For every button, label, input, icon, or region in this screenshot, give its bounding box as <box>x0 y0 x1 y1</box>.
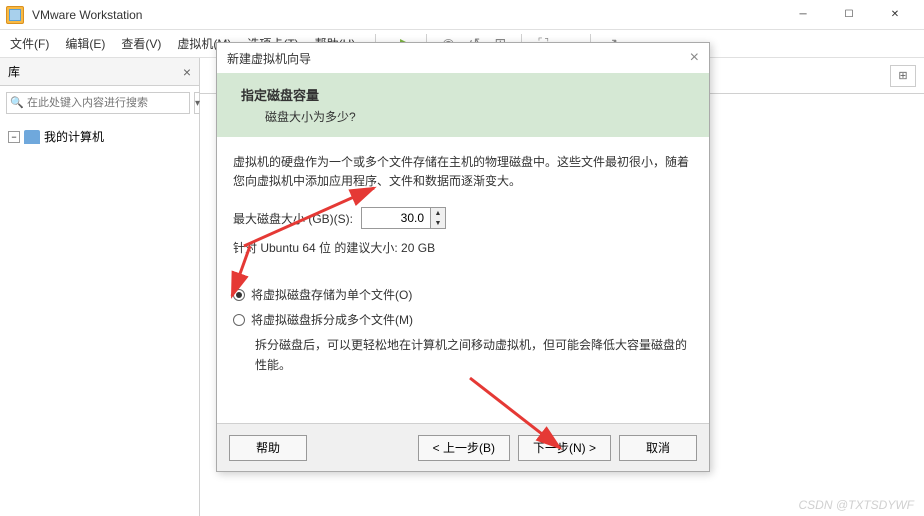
next-button[interactable]: 下一步(N) > <box>518 435 611 461</box>
search-row: 🔍 ▾ <box>0 86 199 120</box>
back-button[interactable]: < 上一步(B) <box>418 435 510 461</box>
computer-icon <box>24 130 40 144</box>
radio-split-label: 将虚拟磁盘拆分成多个文件(M) <box>251 311 413 328</box>
app-title: VMware Workstation <box>32 8 142 22</box>
minimize-button[interactable]: ─ <box>780 1 826 29</box>
radio-single-label: 将虚拟磁盘存储为单个文件(O) <box>251 286 412 303</box>
title-bar: VMware Workstation ─ ☐ ✕ <box>0 0 924 30</box>
size-row: 最大磁盘大小 (GB)(S): ▲ ▼ <box>233 207 693 229</box>
dialog-close-icon[interactable]: × <box>690 49 699 67</box>
radio-icon[interactable] <box>233 289 245 301</box>
dialog-titlebar: 新建虚拟机向导 × <box>217 43 709 73</box>
close-button[interactable]: ✕ <box>872 1 918 29</box>
banner-subtitle: 磁盘大小为多少? <box>265 108 685 125</box>
size-input[interactable] <box>362 208 430 228</box>
tree: − 我的计算机 <box>0 120 199 153</box>
spinner-down-icon[interactable]: ▼ <box>431 218 445 228</box>
sidebar-close-icon[interactable]: × <box>183 64 191 80</box>
dialog-body: 虚拟机的硬盘作为一个或多个文件存储在主机的物理磁盘中。这些文件最初很小，随着您向… <box>217 137 709 423</box>
sidebar-title: 库 <box>8 63 20 80</box>
view-mode-button[interactable]: ⊞ <box>890 65 916 87</box>
dialog-description: 虚拟机的硬盘作为一个或多个文件存储在主机的物理磁盘中。这些文件最初很小，随着您向… <box>233 153 693 191</box>
tree-root-label: 我的计算机 <box>44 128 104 145</box>
tree-root-item[interactable]: − 我的计算机 <box>8 126 191 147</box>
radio-icon[interactable] <box>233 314 245 326</box>
dialog-banner: 指定磁盘容量 磁盘大小为多少? <box>217 73 709 137</box>
cancel-button[interactable]: 取消 <box>619 435 697 461</box>
banner-title: 指定磁盘容量 <box>241 85 685 104</box>
dialog-footer: 帮助 < 上一步(B) 下一步(N) > 取消 <box>217 423 709 471</box>
app-icon <box>6 6 24 24</box>
sidebar-header: 库 × <box>0 58 199 86</box>
menu-file[interactable]: 文件(F) <box>10 35 49 52</box>
radio-single-file[interactable]: 将虚拟磁盘存储为单个文件(O) <box>233 286 693 303</box>
max-size-label: 最大磁盘大小 (GB)(S): <box>233 210 353 227</box>
sidebar: 库 × 🔍 ▾ − 我的计算机 <box>0 58 200 516</box>
watermark: CSDN @TXTSDYWF <box>798 498 914 512</box>
radio-help-text: 拆分磁盘后，可以更轻松地在计算机之间移动虚拟机，但可能会降低大容量磁盘的性能。 <box>255 336 693 374</box>
search-icon: 🔍 <box>10 96 24 109</box>
dialog-title: 新建虚拟机向导 <box>227 50 311 67</box>
wizard-dialog: 新建虚拟机向导 × 指定磁盘容量 磁盘大小为多少? 虚拟机的硬盘作为一个或多个文… <box>216 42 710 472</box>
window-controls: ─ ☐ ✕ <box>780 1 918 29</box>
search-input[interactable] <box>6 92 190 114</box>
menu-view[interactable]: 查看(V) <box>121 35 161 52</box>
recommended-text: 针对 Ubuntu 64 位 的建议大小: 20 GB <box>233 239 693 256</box>
radio-split-files[interactable]: 将虚拟磁盘拆分成多个文件(M) <box>233 311 693 328</box>
help-button[interactable]: 帮助 <box>229 435 307 461</box>
menu-edit[interactable]: 编辑(E) <box>65 35 105 52</box>
spinner-up-icon[interactable]: ▲ <box>431 208 445 218</box>
tree-toggle-icon[interactable]: − <box>8 131 20 143</box>
maximize-button[interactable]: ☐ <box>826 1 872 29</box>
size-spinner[interactable]: ▲ ▼ <box>361 207 446 229</box>
